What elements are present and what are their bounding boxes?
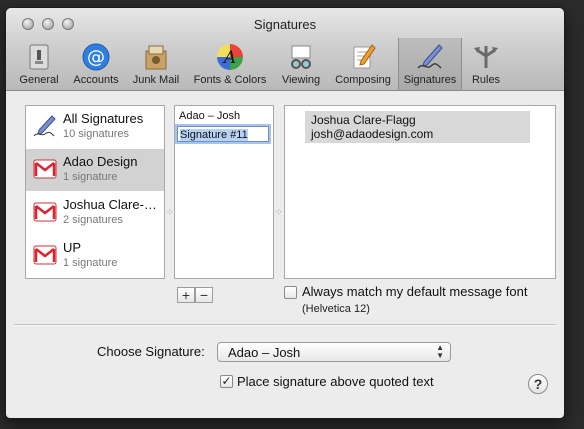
signatures-window: Signatures General @ Accounts Junk Mail … [6, 8, 564, 418]
fonts-colors-icon: A [217, 44, 243, 70]
account-name: Joshua Clare-… [63, 197, 157, 212]
toolbar-junk-mail[interactable]: Junk Mail [126, 38, 186, 90]
splitter-handle[interactable]: ⁘ [275, 207, 283, 217]
junk-mail-icon [145, 45, 167, 70]
gmail-icon [33, 202, 57, 222]
svg-text:A: A [222, 48, 236, 68]
window-title: Signatures [253, 17, 317, 32]
rules-icon [474, 46, 498, 68]
choose-signature-label: Choose Signature: [97, 344, 205, 359]
signature-list: Adao – Josh Signature #11 [174, 105, 274, 279]
divider [14, 324, 556, 326]
account-up[interactable]: UP 1 signature [26, 235, 164, 277]
composing-icon [353, 44, 376, 69]
splitter-handle[interactable]: ⁘ [166, 207, 174, 217]
place-above-checkbox[interactable]: ✓ [220, 375, 233, 388]
add-signature-button[interactable]: + [177, 287, 195, 303]
toolbar-viewing-label: Viewing [281, 74, 321, 86]
account-name: Adao Design [63, 154, 138, 169]
signature-editor[interactable]: Joshua Clare-Flagg josh@adaodesign.com [284, 105, 556, 279]
font-match-checkbox[interactable] [284, 286, 297, 299]
choose-signature-popup[interactable]: Adao – Josh ▲ ▼ [217, 342, 451, 362]
viewing-icon [291, 45, 311, 69]
signature-pen-icon [33, 115, 56, 137]
gmail-icon [33, 159, 57, 179]
title-bar: Signatures General @ Accounts Junk Mail … [6, 8, 564, 91]
signature-line-email: josh@adaodesign.com [311, 127, 434, 141]
toolbar-accounts[interactable]: @ Accounts [68, 38, 124, 90]
toolbar-viewing[interactable]: Viewing [276, 38, 326, 90]
signature-line-name: Joshua Clare-Flagg [311, 113, 416, 127]
toolbar-accounts-label: Accounts [73, 74, 119, 86]
signature-item[interactable]: Adao – Josh [177, 108, 240, 124]
account-name: UP [63, 240, 82, 255]
account-count: 1 signature [63, 171, 118, 183]
signature-name-field[interactable]: Signature #11 [177, 126, 269, 142]
signature-name-text: Signature #11 [180, 129, 248, 141]
toolbar-fonts-colors[interactable]: A Fonts & Colors [188, 38, 272, 90]
account-count: 1 signature [63, 257, 118, 269]
gmail-icon [33, 245, 57, 265]
account-adao-design[interactable]: Adao Design 1 signature [26, 149, 164, 191]
place-above-label: Place signature above quoted text [237, 374, 434, 389]
signature-content[interactable]: Joshua Clare-Flagg josh@adaodesign.com [305, 111, 530, 143]
toolbar-fonts-colors-label: Fonts & Colors [193, 74, 267, 86]
account-all-signatures[interactable]: All Signatures 10 signatures [26, 106, 164, 148]
general-icon [29, 44, 49, 70]
accounts-icon: @ [82, 43, 110, 71]
toolbar-composing[interactable]: Composing [330, 38, 396, 90]
toolbar-junk-mail-label: Junk Mail [132, 74, 180, 86]
toolbar-general[interactable]: General [16, 38, 62, 90]
choose-signature-value: Adao – Josh [228, 345, 301, 360]
toolbar-rules[interactable]: Rules [466, 38, 506, 90]
remove-signature-button[interactable]: − [195, 287, 213, 303]
chevron-updown-icon: ▲ ▼ [436, 343, 444, 360]
account-list: All Signatures 10 signatures Adao Design… [25, 105, 165, 279]
toolbar-general-label: General [19, 74, 59, 86]
account-joshua-clare[interactable]: Joshua Clare-… 2 signatures [26, 192, 164, 234]
font-match-label: Always match my default message font [302, 284, 528, 299]
account-name: All Signatures [63, 111, 144, 126]
account-count: 10 signatures [63, 128, 130, 140]
toolbar-composing-label: Composing [335, 74, 391, 86]
account-count: 2 signatures [63, 214, 123, 226]
help-button[interactable]: ? [528, 374, 548, 394]
toolbar-signatures[interactable]: Signatures [398, 38, 462, 90]
toolbar-rules-label: Rules [471, 74, 501, 86]
svg-text:@: @ [87, 47, 105, 68]
signatures-icon [417, 44, 443, 69]
toolbar-signatures-label: Signatures [403, 74, 457, 86]
font-match-font: (Helvetica 12) [302, 303, 370, 315]
